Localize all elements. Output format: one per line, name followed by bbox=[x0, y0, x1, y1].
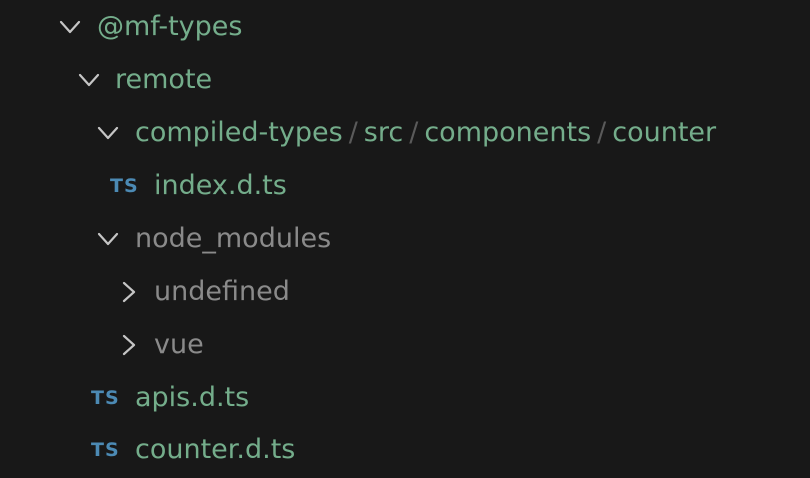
tree-item-label: node_modules bbox=[135, 223, 332, 254]
chevron-down-icon[interactable] bbox=[57, 14, 83, 40]
tree-item-counter-d-ts[interactable]: TS counter.d.ts bbox=[0, 423, 810, 476]
tree-item-label: @mf-types bbox=[97, 11, 243, 42]
chevron-down-icon[interactable] bbox=[95, 120, 121, 146]
path-segment-compiled-types[interactable]: compiled-types bbox=[135, 117, 343, 148]
path-separator: / bbox=[597, 117, 607, 148]
typescript-file-icon: TS bbox=[91, 439, 120, 461]
chevron-right-icon[interactable] bbox=[115, 279, 141, 305]
tree-item-undefined[interactable]: undefined bbox=[0, 265, 810, 318]
path-segment-src[interactable]: src bbox=[364, 117, 403, 148]
path-segment-counter[interactable]: counter bbox=[612, 117, 716, 148]
tree-item-label: undefined bbox=[154, 276, 290, 307]
tree-item-label: apis.d.ts bbox=[135, 382, 250, 413]
file-explorer-tree: @mf-types remote compiled-types / src / comp… bbox=[0, 0, 810, 478]
tree-item-vue[interactable]: vue bbox=[0, 318, 810, 371]
tree-item-node-modules[interactable]: node_modules bbox=[0, 212, 810, 265]
typescript-file-icon: TS bbox=[91, 387, 120, 409]
tree-item-label: counter.d.ts bbox=[135, 434, 296, 465]
tree-item-label: vue bbox=[154, 329, 204, 360]
chevron-down-icon[interactable] bbox=[76, 67, 102, 93]
tree-item-remote[interactable]: remote bbox=[0, 53, 810, 106]
chevron-down-icon[interactable] bbox=[95, 226, 121, 252]
compact-folder-path: compiled-types / src / components / counter bbox=[135, 116, 716, 150]
tree-item-compiled-types-path[interactable]: compiled-types / src / components / counter bbox=[0, 106, 810, 159]
path-segment-components[interactable]: components bbox=[424, 117, 591, 148]
chevron-right-icon[interactable] bbox=[115, 332, 141, 358]
tree-item-label: index.d.ts bbox=[154, 170, 287, 201]
tree-item-apis-d-ts[interactable]: TS apis.d.ts bbox=[0, 371, 810, 424]
tree-item-index-d-ts[interactable]: TS index.d.ts bbox=[0, 159, 810, 212]
tree-item-mf-types[interactable]: @mf-types bbox=[0, 0, 810, 53]
path-separator: / bbox=[409, 117, 419, 148]
typescript-file-icon: TS bbox=[110, 175, 139, 197]
tree-item-label: remote bbox=[115, 64, 213, 95]
path-separator: / bbox=[348, 117, 358, 148]
